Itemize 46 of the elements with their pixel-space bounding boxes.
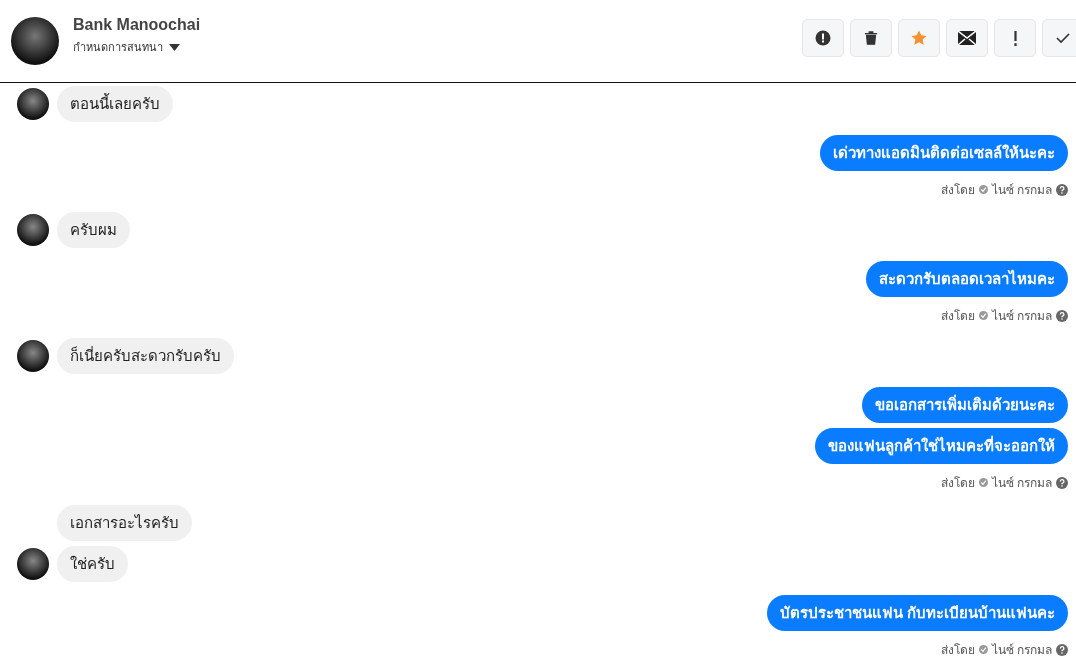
trash-icon	[864, 30, 878, 46]
message-bubble: ก็เนี่ยครับสะดวกรับครับ	[57, 338, 234, 374]
help-icon	[1056, 476, 1068, 489]
sent-by-label: ส่งโดย	[940, 642, 975, 659]
mark-button[interactable]	[994, 19, 1036, 57]
check-circle-icon	[978, 645, 988, 654]
message-bubble: เอกสารอะไรครับ	[57, 505, 192, 541]
sent-by-label: ส่งโดย	[940, 475, 975, 492]
star-icon	[911, 30, 927, 46]
avatar	[17, 340, 49, 372]
message-bubble: ตอนนี้เลยครับ	[57, 86, 173, 122]
exclamation-icon	[1013, 30, 1017, 46]
caret-icon	[169, 43, 180, 51]
message-bubble: เด่วทางแอดมินติดต่อเซลล์ให้นะคะ	[820, 135, 1068, 171]
envelope-icon	[958, 31, 976, 45]
conversation-menu[interactable]: กำหนดการสนทนา	[73, 38, 201, 56]
message-bubble: ของแฟนลูกค้าใช่ไหมคะที่จะออกให้	[815, 428, 1068, 464]
contact-name: Bank Manoochai	[73, 16, 201, 34]
sender-name: ไนซ์ กรกมล	[991, 308, 1052, 325]
sender-name: ไนซ์ กรกมล	[991, 642, 1052, 659]
sent-by-label: ส่งโดย	[940, 182, 975, 199]
message-bubble: ขอเอกสารเพิ่มเติมด้วยนะคะ	[862, 387, 1068, 423]
help-icon	[1056, 183, 1068, 196]
sender-name: ไนซ์ กรกมล	[991, 182, 1052, 199]
star-button[interactable]	[898, 19, 940, 57]
check-icon	[1055, 30, 1071, 46]
message-bubble: บัตรประชาชนแฟน กับทะเบียนบ้านแฟนคะ	[766, 595, 1068, 631]
sent-by-label: ส่งโดย	[940, 308, 975, 325]
message-bubble: ครับผม	[57, 212, 130, 248]
avatar	[17, 88, 49, 120]
avatar	[11, 17, 59, 65]
mail-button[interactable]	[946, 19, 988, 57]
avatar	[17, 548, 49, 580]
check-circle-icon	[978, 185, 988, 194]
done-button[interactable]	[1042, 19, 1076, 57]
check-circle-icon	[978, 478, 988, 487]
sender-name: ไนซ์ กรกมล	[991, 475, 1052, 492]
alert-button[interactable]	[802, 19, 844, 57]
avatar	[17, 214, 49, 246]
alert-icon	[815, 30, 831, 46]
help-icon	[1056, 643, 1068, 656]
message-bubble: สะดวกรับตลอดเวลาไหมคะ	[866, 261, 1068, 297]
delete-button[interactable]	[850, 19, 892, 57]
help-icon	[1056, 309, 1068, 322]
check-circle-icon	[978, 311, 988, 320]
message-bubble: ใช่ครับ	[57, 546, 128, 582]
